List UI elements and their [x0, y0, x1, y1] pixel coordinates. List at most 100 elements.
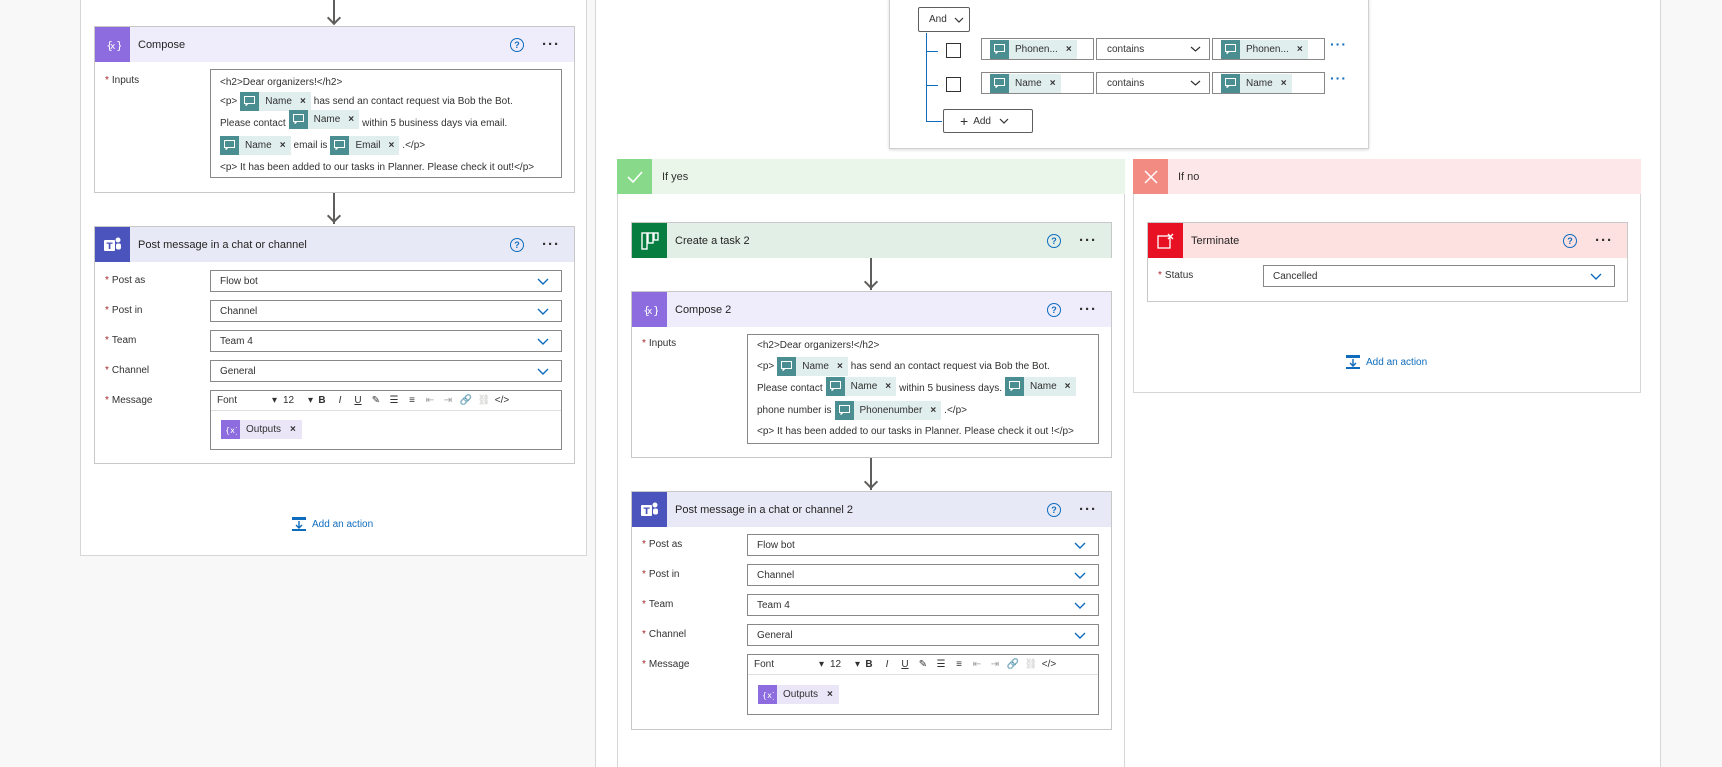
remove-token-icon[interactable]: × — [930, 405, 936, 416]
bullet-list-icon[interactable]: ☰ — [932, 659, 950, 670]
decrease-indent-icon[interactable]: ⇤ — [421, 395, 439, 406]
and-dropdown[interactable]: And — [918, 7, 970, 32]
team-dropdown[interactable]: Team 4 — [747, 594, 1099, 616]
post-as-dropdown[interactable]: Flow bot — [747, 534, 1099, 556]
compose-card[interactable]: {x} Compose ? ··· *Inputs <h2>Dear organ… — [94, 26, 575, 193]
size-select[interactable]: 12 ▾ — [830, 659, 860, 670]
help-icon[interactable]: ? — [510, 237, 524, 252]
name-token[interactable]: Name × — [220, 135, 291, 155]
name-token[interactable]: Name × — [288, 109, 360, 129]
message-editor[interactable]: Font▾ 12▾ B I U ✎ ☰ ≡ ⇤ ⇥ 🔗 ⛓ </> {x}Out… — [747, 654, 1099, 715]
if-yes-header[interactable]: If yes — [617, 159, 1125, 194]
remove-token-icon[interactable]: × — [290, 424, 296, 435]
row-checkbox[interactable] — [946, 77, 961, 92]
font-select[interactable]: Font ▾ — [748, 659, 830, 670]
name-token[interactable]: Name × — [777, 356, 848, 376]
help-icon[interactable]: ? — [510, 37, 524, 52]
operator-dropdown[interactable]: contains — [1096, 72, 1210, 94]
remove-token-icon[interactable]: × — [388, 140, 394, 151]
help-icon[interactable]: ? — [1047, 233, 1061, 248]
bold-icon[interactable]: B — [860, 659, 878, 670]
italic-icon[interactable]: I — [878, 659, 896, 670]
italic-icon[interactable]: I — [331, 395, 349, 406]
condition-left-operand[interactable]: Name × — [981, 72, 1094, 94]
condition-right-operand[interactable]: Name × — [1212, 72, 1325, 94]
remove-token-icon[interactable]: × — [348, 114, 354, 125]
bullet-list-icon[interactable]: ☰ — [385, 395, 403, 406]
add-action-link[interactable]: Add an action — [291, 516, 373, 532]
unlink-icon[interactable]: ⛓ — [1022, 659, 1040, 670]
size-select[interactable]: 12 ▾ — [283, 395, 313, 406]
name-token[interactable]: Name × — [825, 376, 897, 396]
more-options-icon[interactable]: ··· — [542, 237, 560, 252]
name-token[interactable]: Name × — [240, 91, 311, 111]
unlink-icon[interactable]: ⛓ — [475, 395, 493, 406]
highlight-icon[interactable]: ✎ — [367, 395, 385, 406]
font-select[interactable]: Font ▾ — [211, 395, 283, 406]
row-more-icon[interactable]: ··· — [1330, 70, 1347, 86]
channel-dropdown[interactable]: General — [747, 624, 1099, 646]
remove-token-icon[interactable]: × — [1066, 44, 1072, 55]
help-icon[interactable]: ? — [1047, 502, 1061, 517]
outputs-token[interactable]: {x}Outputs× — [758, 685, 839, 704]
compose-2-card[interactable]: {x} Compose 2 ? ··· *Inputs <h2>Dear org… — [631, 291, 1112, 458]
more-options-icon[interactable]: ··· — [1079, 302, 1097, 317]
more-options-icon[interactable]: ··· — [1079, 502, 1097, 517]
remove-token-icon[interactable]: × — [300, 96, 306, 107]
row-checkbox[interactable] — [946, 43, 961, 58]
outputs-token[interactable]: {x}Outputs× — [221, 420, 302, 439]
remove-token-icon[interactable]: × — [1050, 78, 1056, 89]
remove-token-icon[interactable]: × — [827, 689, 833, 700]
link-icon[interactable]: 🔗 — [1004, 659, 1022, 670]
post-in-dropdown[interactable]: Channel — [210, 300, 562, 322]
row-more-icon[interactable]: ··· — [1330, 36, 1347, 52]
phonenumber-token[interactable]: Phonenumber × — [834, 400, 942, 420]
email-token[interactable]: Email × — [330, 135, 400, 155]
post-in-dropdown[interactable]: Channel — [747, 564, 1099, 586]
name-token[interactable]: Name × — [1004, 376, 1076, 396]
remove-token-icon[interactable]: × — [1281, 78, 1287, 89]
code-view-icon[interactable]: </> — [1040, 659, 1058, 670]
help-icon[interactable]: ? — [1047, 302, 1061, 317]
more-options-icon[interactable]: ··· — [1079, 233, 1097, 248]
post-message-2-card[interactable]: T Post message in a chat or channel 2 ? … — [631, 491, 1112, 730]
create-task-card[interactable]: Create a task 2 ? ··· — [631, 222, 1112, 258]
create-task-header[interactable]: Create a task 2 ? ··· — [632, 223, 1111, 258]
underline-icon[interactable]: U — [896, 659, 914, 670]
code-view-icon[interactable]: </> — [493, 395, 511, 406]
more-options-icon[interactable]: ··· — [1595, 233, 1613, 248]
highlight-icon[interactable]: ✎ — [914, 659, 932, 670]
compose-2-inputs-box[interactable]: <h2>Dear organizers!</h2> <p> Name × has … — [747, 334, 1099, 444]
add-condition-button[interactable]: + Add — [943, 109, 1033, 133]
channel-dropdown[interactable]: General — [210, 360, 562, 382]
numbered-list-icon[interactable]: ≡ — [950, 659, 968, 670]
terminate-card[interactable]: Terminate ? ··· * Status Cancelled — [1147, 222, 1628, 302]
help-icon[interactable]: ? — [1563, 233, 1577, 248]
remove-token-icon[interactable]: × — [1297, 44, 1303, 55]
message-editor[interactable]: Font▾ 12▾ B I U ✎ ☰ ≡ ⇤ ⇥ 🔗 ⛓ </> {x}Out… — [210, 390, 562, 450]
decrease-indent-icon[interactable]: ⇤ — [968, 659, 986, 670]
numbered-list-icon[interactable]: ≡ — [403, 395, 421, 406]
add-action-link[interactable]: Add an action — [1345, 354, 1427, 370]
condition-right-operand[interactable]: Phonen... × — [1212, 38, 1325, 60]
condition-left-operand[interactable]: Phonen... × — [981, 38, 1094, 60]
terminate-header[interactable]: Terminate ? ··· — [1148, 223, 1627, 258]
compose-inputs-box[interactable]: <h2>Dear organizers!</h2> <p> Name × has … — [210, 69, 562, 178]
remove-token-icon[interactable]: × — [280, 140, 286, 151]
post-message-2-header[interactable]: T Post message in a chat or channel 2 ? … — [632, 492, 1111, 527]
condition-card[interactable]: And Phonen... × contains Phonen... × ··· N… — [889, 0, 1369, 149]
link-icon[interactable]: 🔗 — [457, 395, 475, 406]
remove-token-icon[interactable]: × — [885, 381, 891, 392]
post-as-dropdown[interactable]: Flow bot — [210, 270, 562, 292]
compose-2-header[interactable]: {x} Compose 2 ? ··· — [632, 292, 1111, 327]
operator-dropdown[interactable]: contains — [1096, 38, 1210, 60]
remove-token-icon[interactable]: × — [837, 361, 843, 372]
compose-header[interactable]: {x} Compose ? ··· — [95, 27, 574, 62]
post-message-header[interactable]: T Post message in a chat or channel ? ··… — [95, 227, 574, 262]
remove-token-icon[interactable]: × — [1065, 381, 1071, 392]
more-options-icon[interactable]: ··· — [542, 37, 560, 52]
status-dropdown[interactable]: Cancelled — [1263, 265, 1615, 287]
if-no-header[interactable]: If no — [1133, 159, 1641, 194]
underline-icon[interactable]: U — [349, 395, 367, 406]
team-dropdown[interactable]: Team 4 — [210, 330, 562, 352]
